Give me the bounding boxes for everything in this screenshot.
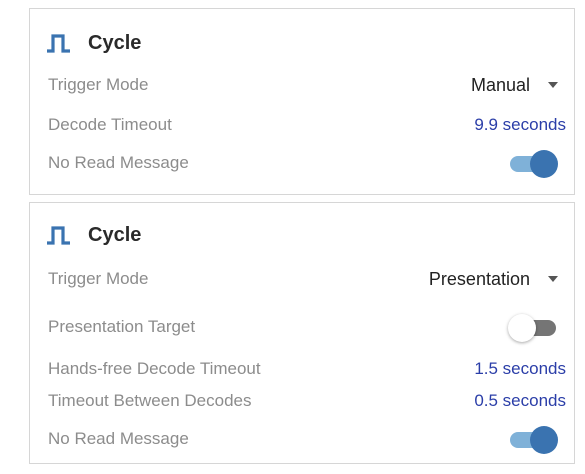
trigger-mode-row: Trigger Mode Manual (48, 71, 566, 99)
cycle-panel-manual: Cycle Trigger Mode Manual Decode Timeout… (29, 8, 575, 195)
trigger-mode-label: Trigger Mode (48, 75, 149, 94)
decode-timeout-row: Decode Timeout 9.9 seconds (48, 111, 566, 139)
timeout-between-decodes-value[interactable]: 0.5 seconds (474, 391, 566, 411)
no-read-message-toggle[interactable] (510, 424, 560, 454)
no-read-message-row: No Read Message (48, 424, 566, 454)
toggle-knob (530, 150, 558, 178)
toggle-knob (530, 426, 558, 454)
presentation-target-row: Presentation Target (48, 312, 566, 342)
no-read-message-label: No Read Message (48, 153, 189, 172)
square-wave-icon (47, 226, 70, 245)
hands-free-decode-timeout-value[interactable]: 1.5 seconds (474, 359, 566, 379)
timeout-between-decodes-label: Timeout Between Decodes (48, 391, 252, 410)
no-read-message-row: No Read Message (48, 148, 566, 178)
decode-timeout-label: Decode Timeout (48, 115, 172, 134)
toggle-knob (508, 314, 536, 342)
trigger-mode-row: Trigger Mode Presentation (48, 265, 566, 293)
square-wave-icon (47, 34, 70, 53)
panel-title: Cycle (88, 32, 142, 54)
no-read-message-toggle[interactable] (510, 148, 560, 178)
trigger-mode-value: Presentation (428, 268, 530, 289)
trigger-mode-dropdown[interactable]: Presentation (429, 269, 558, 290)
no-read-message-label: No Read Message (48, 429, 189, 448)
panel-header: Cycle (46, 223, 141, 247)
trigger-mode-value: Manual (470, 74, 530, 95)
decode-timeout-value[interactable]: 9.9 seconds (474, 115, 566, 135)
caret-down-icon (548, 82, 558, 88)
presentation-target-toggle[interactable] (508, 312, 560, 342)
trigger-mode-dropdown[interactable]: Manual (471, 75, 558, 96)
panel-header: Cycle (46, 31, 141, 55)
trigger-mode-label: Trigger Mode (48, 269, 149, 288)
caret-down-icon (548, 276, 558, 282)
presentation-target-label: Presentation Target (48, 317, 196, 336)
hands-free-decode-timeout-row: Hands-free Decode Timeout 1.5 seconds (48, 355, 566, 383)
cycle-panel-presentation: Cycle Trigger Mode Presentation Presenta… (29, 202, 575, 464)
timeout-between-decodes-row: Timeout Between Decodes 0.5 seconds (48, 387, 566, 415)
panel-title: Cycle (88, 224, 142, 246)
hands-free-decode-timeout-label: Hands-free Decode Timeout (48, 359, 261, 378)
